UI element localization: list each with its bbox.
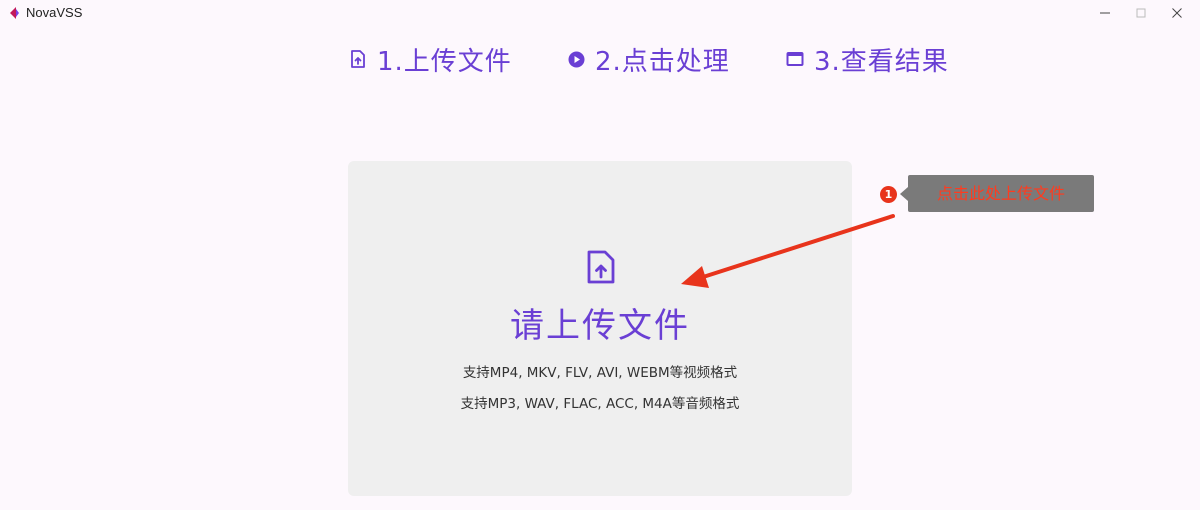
upload-dropzone[interactable]: 请上传文件 支持MP4, MKV, FLV, AVI, WEBM等视频格式 支持… <box>348 161 852 496</box>
title-bar: NovaVSS <box>0 0 1200 28</box>
file-upload-icon <box>587 250 615 284</box>
app-logo-icon <box>10 7 19 19</box>
step-navigation: 1.上传文件 2.点击处理 3.查看结果 <box>0 30 1200 88</box>
waveform-logo-icon <box>248 41 292 77</box>
minimize-button[interactable] <box>1088 0 1122 26</box>
play-circle-icon <box>567 50 585 68</box>
tooltip-pointer <box>900 187 908 201</box>
nav-step-upload[interactable]: 1.上传文件 <box>349 42 512 77</box>
close-icon <box>1172 8 1182 18</box>
maximize-button[interactable] <box>1124 0 1158 26</box>
nav-step-process[interactable]: 2.点击处理 <box>567 42 730 77</box>
annotation-badge: 1 <box>880 186 897 203</box>
app-window: NovaVSS 1.上传文件 2.点击处理 3.查看结果 请上传文件 支持MP4… <box>0 0 1200 510</box>
audio-format-hint: 支持MP3, WAV, FLAC, ACC, M4A等音频格式 <box>460 396 740 412</box>
minimize-icon <box>1100 12 1110 14</box>
file-upload-icon <box>349 50 367 68</box>
nav-step-label: 2.点击处理 <box>595 46 730 77</box>
window-title: NovaVSS <box>26 5 83 20</box>
maximize-icon <box>1136 8 1146 18</box>
window-icon <box>786 50 804 68</box>
video-format-hint: 支持MP4, MKV, FLV, AVI, WEBM等视频格式 <box>462 365 738 381</box>
close-button[interactable] <box>1160 0 1194 26</box>
upload-title: 请上传文件 <box>510 306 690 346</box>
annotation-text: 点击此处上传文件 <box>936 184 1065 203</box>
annotation-tooltip: 点击此处上传文件 <box>908 175 1094 212</box>
nav-step-label: 1.上传文件 <box>377 46 512 77</box>
nav-step-results[interactable]: 3.查看结果 <box>786 42 949 77</box>
nav-step-label: 3.查看结果 <box>814 46 949 77</box>
